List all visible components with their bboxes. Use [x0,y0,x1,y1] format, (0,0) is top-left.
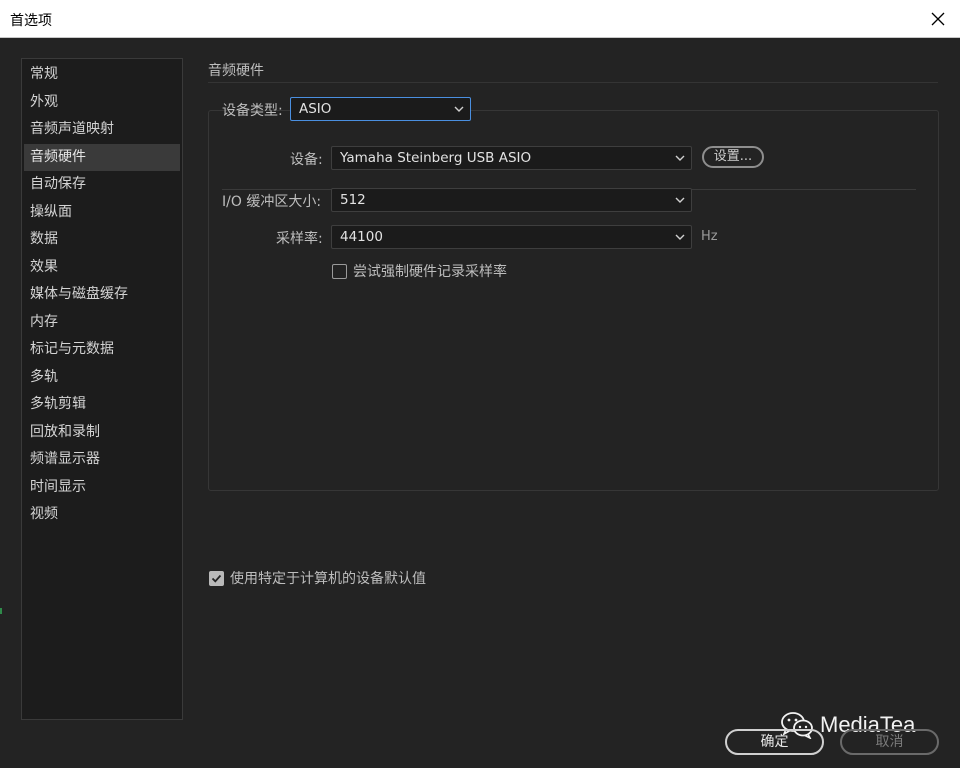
sample-rate-unit: Hz [701,229,718,244]
close-icon [931,12,945,26]
title-bar: 首选项 [0,0,960,38]
chevron-down-icon [675,234,685,240]
device-type-dropdown[interactable]: ASIO [290,97,471,121]
device-label: 设备: [290,152,323,168]
section-divider [208,82,938,83]
sidebar-item[interactable]: 多轨剪辑 [24,391,180,419]
use-machine-defaults-label: 使用特定于计算机的设备默认值 [230,571,426,587]
device-type-value: ASIO [299,101,332,117]
chevron-down-icon [454,106,464,112]
sidebar-item[interactable]: 频谱显示器 [24,446,180,474]
sidebar-item[interactable]: 效果 [24,254,180,282]
cancel-button[interactable]: 取消 [840,729,939,755]
sidebar-item[interactable]: 视频 [24,501,180,529]
buffer-size-value: 512 [340,192,366,208]
checkmark-icon [211,574,222,583]
chevron-down-icon [675,155,685,161]
sidebar-item[interactable]: 操纵面 [24,199,180,227]
ok-button[interactable]: 确定 [725,729,824,755]
edge-marker [0,608,2,614]
checkbox-box[interactable] [332,263,347,279]
sidebar-item[interactable]: 自动保存 [24,171,180,199]
sample-rate-label: 采样率: [276,231,323,247]
device-type-label: 设备类型: [222,103,283,119]
sample-rate-value: 44100 [340,229,383,245]
sidebar-item[interactable]: 音频硬件 [24,143,180,171]
chevron-down-icon [675,197,685,203]
use-machine-defaults-checkbox[interactable]: 使用特定于计算机的设备默认值 [209,568,426,588]
sidebar-item[interactable]: 数据 [24,226,180,254]
force-sample-rate-checkbox[interactable]: 尝试强制硬件记录采样率 [332,261,507,281]
sidebar-item[interactable]: 回放和录制 [24,419,180,447]
buffer-size-dropdown[interactable]: 512 [331,188,692,212]
sidebar-item[interactable]: 多轨 [24,364,180,392]
force-sample-rate-label: 尝试强制硬件记录采样率 [353,264,507,280]
device-dropdown[interactable]: Yamaha Steinberg USB ASIO [331,146,692,170]
checkbox-box[interactable] [209,570,224,586]
sidebar-item[interactable]: 外观 [24,89,180,117]
sidebar-item[interactable]: 音频声道映射 [24,116,180,144]
section-title: 音频硬件 [208,63,264,79]
sidebar-item[interactable]: 常规 [24,61,180,89]
device-value: Yamaha Steinberg USB ASIO [340,150,532,166]
sidebar-item[interactable]: 标记与元数据 [24,336,180,364]
sidebar-item[interactable]: 媒体与磁盘缓存 [24,281,180,309]
sidebar-item[interactable]: 内存 [24,309,180,337]
sidebar-item[interactable]: 时间显示 [24,474,180,502]
sample-rate-dropdown[interactable]: 44100 [331,225,692,249]
window-title: 首选项 [10,13,52,29]
device-settings-button[interactable]: 设置... [702,146,764,168]
buffer-size-label: I/O 缓冲区大小: [222,194,322,210]
preferences-category-list: 常规 外观 音频声道映射 音频硬件 自动保存 操纵面 数据 效果 媒体与磁盘缓存 内存 标记与元数据… [21,58,183,720]
close-button[interactable] [916,0,960,38]
